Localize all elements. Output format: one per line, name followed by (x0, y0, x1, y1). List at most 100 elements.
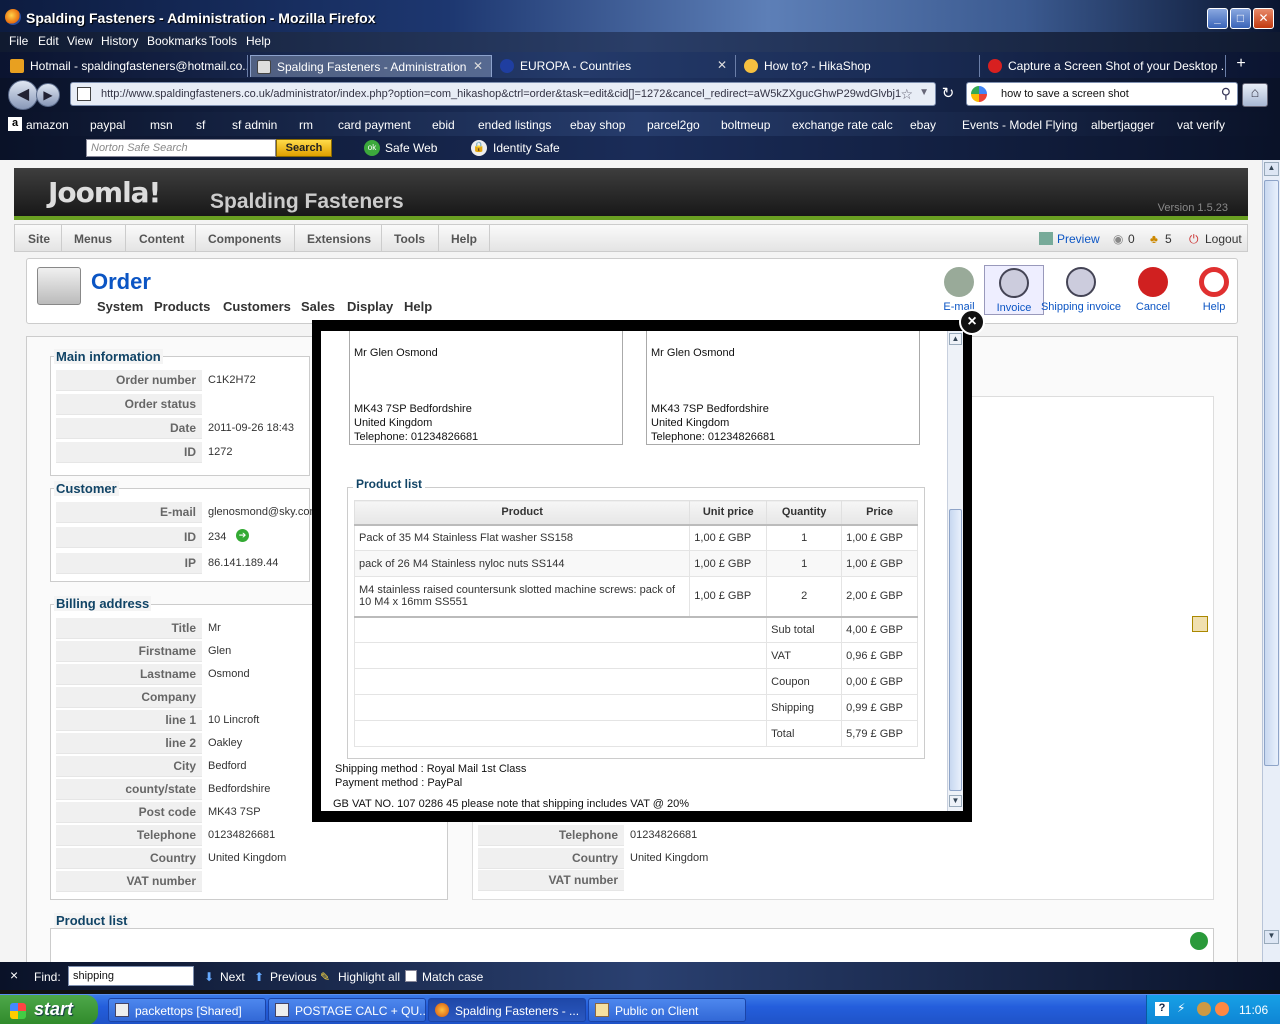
close-modal-button[interactable]: × (959, 309, 985, 335)
new-tab-button[interactable]: + (1230, 55, 1252, 77)
modal-scroll-up-icon[interactable]: ▲ (949, 333, 962, 345)
minimize-button[interactable]: _ (1207, 8, 1228, 29)
subnav-customers[interactable]: Customers (223, 299, 291, 314)
subnav-system[interactable]: System (97, 299, 143, 314)
menu-file[interactable]: File (9, 34, 28, 48)
search-input[interactable]: how to save a screen shot ⚲ (966, 82, 1238, 106)
menu-tools[interactable]: Tools (209, 34, 237, 48)
scroll-down-icon[interactable]: ▼ (1264, 930, 1279, 944)
forward-button[interactable]: ▶ (36, 83, 60, 107)
shipping-invoice-button[interactable]: Shipping invoice (1039, 265, 1123, 313)
menu-view[interactable]: View (67, 34, 93, 48)
safe-web-button[interactable]: Safe Web (385, 141, 437, 155)
invoice-button[interactable]: Invoice (984, 265, 1044, 315)
jmenu-tools[interactable]: Tools (394, 232, 425, 246)
scroll-up-icon[interactable]: ▲ (1264, 162, 1279, 176)
modal-scrollbar[interactable]: ▲ ▼ (947, 331, 963, 811)
address-bar[interactable]: http://www.spaldingfasteners.co.uk/admin… (70, 82, 936, 106)
shipping-method: Shipping method : Royal Mail 1st Class (335, 763, 527, 775)
users-count[interactable]: 5 (1165, 232, 1172, 246)
start-button[interactable]: start (0, 995, 98, 1024)
find-input[interactable]: shipping (68, 966, 194, 986)
menu-bookmarks[interactable]: Bookmarks (147, 34, 207, 48)
bookmark-ebay-shop[interactable]: ebay shop (570, 118, 625, 132)
close-tab-icon[interactable]: ✕ (717, 58, 727, 72)
messages-count[interactable]: 0 (1128, 232, 1135, 246)
tab-capture-screenshot[interactable]: Capture a Screen Shot of your Desktop ..… (982, 55, 1226, 77)
bookmark-exchange-rate-calc[interactable]: exchange rate calc (792, 118, 893, 132)
bookmark-ended-listings[interactable]: ended listings (478, 118, 551, 132)
help-tray-icon[interactable]: ? (1155, 1002, 1169, 1016)
back-button[interactable]: ◀ (8, 80, 38, 110)
preview-link[interactable]: Preview (1057, 232, 1100, 246)
search-magnifier-icon[interactable]: ⚲ (1221, 85, 1231, 102)
subnav-products[interactable]: Products (154, 299, 210, 314)
tray-app-icon[interactable] (1197, 1002, 1211, 1016)
site-name: Spalding Fasteners (210, 190, 404, 213)
bookmark-albertjagger[interactable]: albertjagger (1091, 118, 1154, 132)
bookmark-events-model-flying[interactable]: Events - Model Flying (962, 118, 1077, 132)
tab-hotmail[interactable]: Hotmail - spaldingfasteners@hotmail.co..… (4, 55, 248, 77)
norton-search-button[interactable]: Search (276, 139, 332, 157)
bookmark-vat-verify[interactable]: vat verify (1177, 118, 1225, 132)
url-dropdown-icon[interactable]: ▼ (919, 87, 929, 98)
match-case-checkbox[interactable] (405, 970, 417, 982)
bookmark-parcel2go[interactable]: parcel2go (647, 118, 700, 132)
add-product-icon[interactable] (1190, 932, 1208, 950)
bookmark-star-icon[interactable]: ☆ (900, 86, 913, 103)
bookmark-boltmeup[interactable]: boltmeup (721, 118, 770, 132)
modal-scroll-down-icon[interactable]: ▼ (949, 795, 962, 807)
email-button[interactable]: E-mail (929, 265, 989, 313)
tab-spalding-admin[interactable]: Spalding Fasteners - Administration ✕ (250, 55, 492, 77)
logout-link[interactable]: Logout (1205, 232, 1242, 246)
jmenu-menus[interactable]: Menus (74, 232, 112, 246)
tray-app-icon[interactable] (1215, 1002, 1229, 1016)
menu-help[interactable]: Help (246, 34, 271, 48)
jmenu-extensions[interactable]: Extensions (307, 232, 371, 246)
menu-edit[interactable]: Edit (38, 34, 59, 48)
task-public-on-client[interactable]: Public on Client (588, 998, 746, 1022)
tab-hikashop[interactable]: How to? - HikaShop (738, 55, 980, 77)
edit-address-icon[interactable] (1192, 616, 1208, 632)
jmenu-help[interactable]: Help (451, 232, 477, 246)
identity-safe-button[interactable]: Identity Safe (493, 141, 560, 155)
help-button[interactable]: Help (1184, 265, 1244, 313)
go-arrow-icon[interactable]: ➔ (236, 529, 249, 542)
bookmark-ebay[interactable]: ebay (910, 118, 936, 132)
bookmark-sf-admin[interactable]: sf admin (232, 118, 277, 132)
scroll-thumb[interactable] (1264, 180, 1279, 766)
bookmark-ebid[interactable]: ebid (432, 118, 455, 132)
maximize-button[interactable]: □ (1230, 8, 1251, 29)
close-window-button[interactable]: ✕ (1253, 8, 1274, 29)
find-previous-button[interactable]: Previous (270, 970, 317, 984)
home-icon[interactable]: ⌂ (1242, 83, 1268, 107)
highlight-all-button[interactable]: Highlight all (338, 970, 400, 984)
task-packettops[interactable]: packettops [Shared] (108, 998, 266, 1022)
task-spalding-firefox[interactable]: Spalding Fasteners - ... (428, 998, 586, 1022)
norton-search-input[interactable]: Norton Safe Search (86, 139, 276, 157)
bookmark-paypal[interactable]: paypal (90, 118, 125, 132)
bookmark-amazon[interactable]: amazon (26, 118, 69, 132)
reload-icon[interactable]: ↻ (938, 84, 958, 104)
task-postage-calc[interactable]: POSTAGE CALC + QU... (268, 998, 426, 1022)
jmenu-site[interactable]: Site (28, 232, 50, 246)
tab-europa[interactable]: EUROPA - Countries ✕ (494, 55, 736, 77)
close-tab-icon[interactable]: ✕ (473, 59, 483, 73)
bookmark-rm[interactable]: rm (299, 118, 313, 132)
jmenu-content[interactable]: Content (139, 232, 184, 246)
subnav-sales[interactable]: Sales (301, 299, 335, 314)
bookmark-card-payment[interactable]: card payment (338, 118, 411, 132)
bookmark-sf[interactable]: sf (196, 118, 205, 132)
page-scrollbar[interactable]: ▲ ▼ (1262, 160, 1280, 962)
modal-scroll-thumb[interactable] (949, 509, 962, 791)
network-tray-icon[interactable]: ⚡ (1177, 1001, 1185, 1015)
bookmark-msn[interactable]: msn (150, 118, 173, 132)
cancel-button[interactable]: Cancel (1123, 265, 1183, 313)
windows-taskbar: start packettops [Shared] POSTAGE CALC +… (0, 994, 1280, 1024)
jmenu-components[interactable]: Components (208, 232, 281, 246)
subnav-display[interactable]: Display (347, 299, 393, 314)
subnav-help[interactable]: Help (404, 299, 432, 314)
find-next-button[interactable]: Next (220, 970, 245, 984)
close-find-icon[interactable]: × (10, 967, 18, 983)
menu-history[interactable]: History (101, 34, 138, 48)
